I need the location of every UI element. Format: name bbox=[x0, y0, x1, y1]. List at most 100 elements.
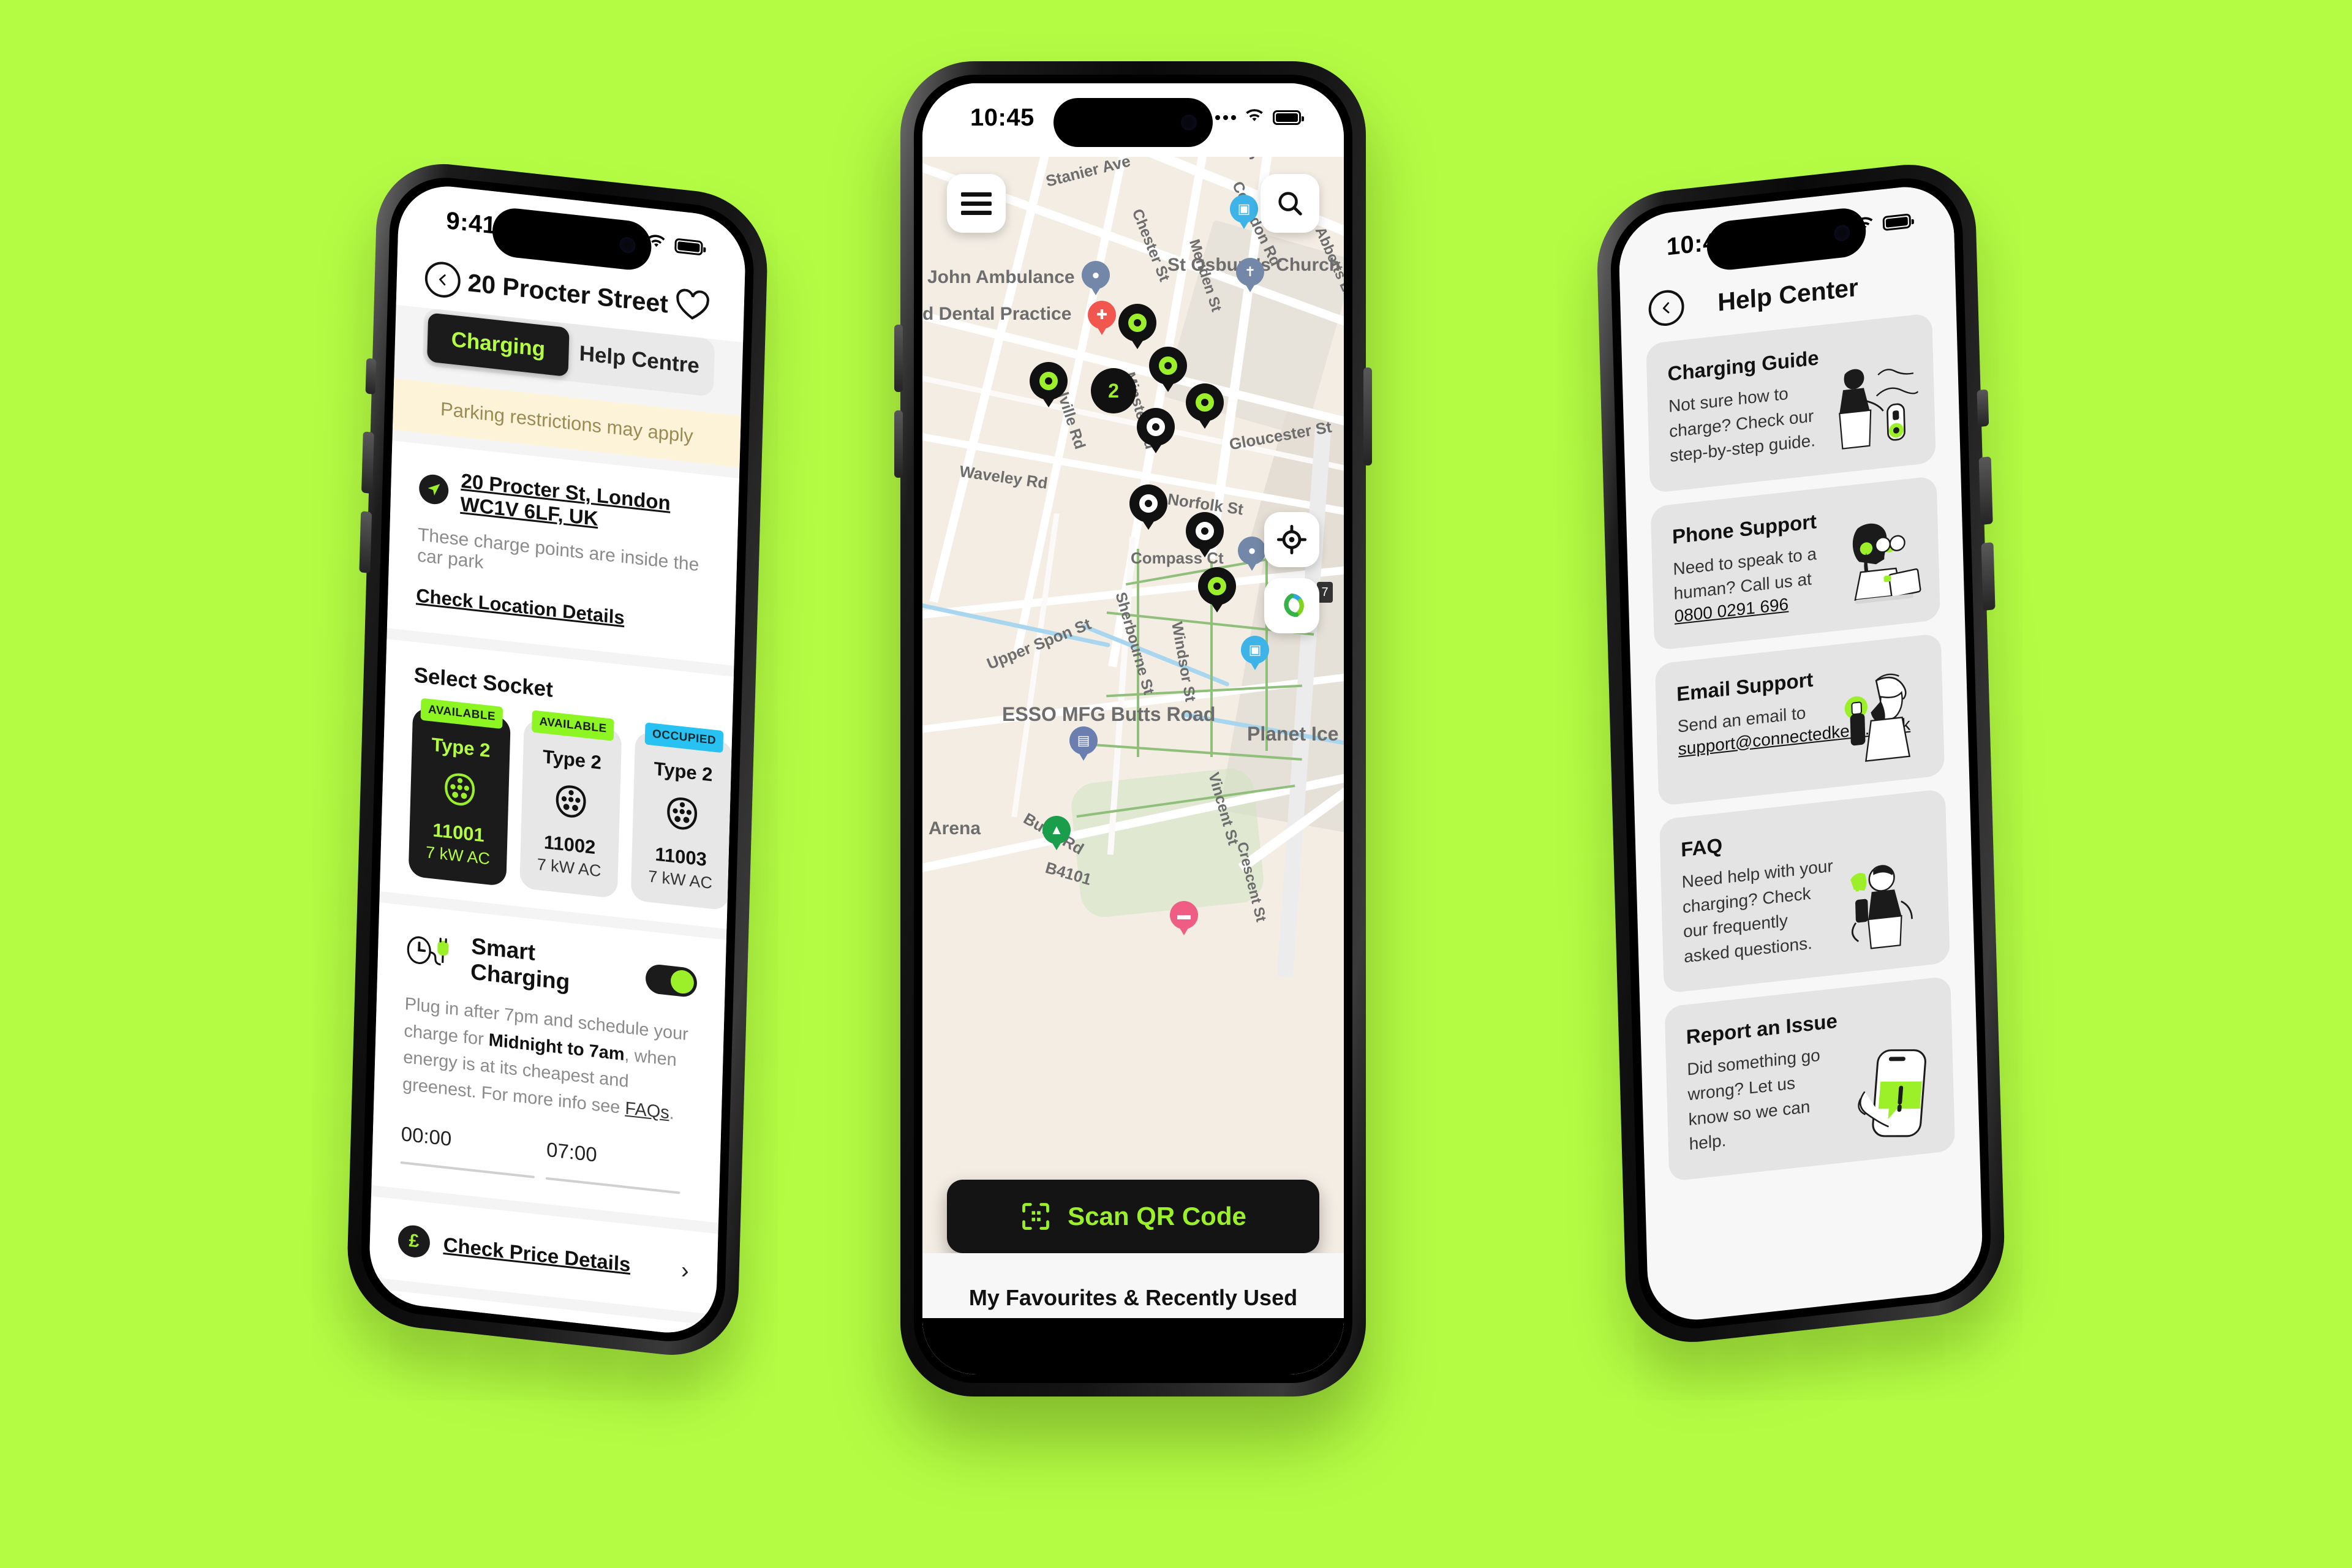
socket-card[interactable]: AVAILABLE Type 2 11001 7 kW AC bbox=[408, 698, 511, 887]
map-poi-pin[interactable]: ▣ bbox=[1241, 636, 1269, 673]
locate-me-button[interactable] bbox=[1264, 512, 1319, 567]
socket-card[interactable]: AVAILABLE Type 2 11002 7 kW AC bbox=[519, 710, 622, 899]
map-poi-pin[interactable]: ▤ bbox=[1069, 726, 1098, 763]
status-badge: OCCUPIED bbox=[644, 722, 724, 753]
volume-down-button[interactable] bbox=[359, 511, 372, 574]
person-on-phone-illustration bbox=[1822, 660, 1928, 775]
end-time-value: 07:00 bbox=[546, 1137, 598, 1166]
card-body: Need to speak to a human? Call us at bbox=[1673, 544, 1817, 604]
battery-icon bbox=[674, 238, 703, 256]
address-text: 20 Procter St, London WC1V 6LF, UK bbox=[460, 469, 671, 530]
map-layers-button[interactable] bbox=[1264, 578, 1319, 633]
power-button[interactable] bbox=[1977, 389, 1989, 428]
favourite-button[interactable] bbox=[675, 287, 710, 326]
volume-down-button[interactable] bbox=[1981, 542, 1996, 611]
phone-left-screen: 9:41 20 Procter Street Charging Help Cen… bbox=[368, 181, 747, 1338]
navigation-arrow-icon bbox=[418, 473, 449, 506]
phone-right-help-center-screen: 10:45 Help Center Charging Guide Not sur… bbox=[1595, 157, 2007, 1350]
search-icon bbox=[1278, 192, 1302, 216]
map-poi-pin[interactable]: ▬ bbox=[1170, 901, 1198, 938]
socket-type: Type 2 bbox=[654, 758, 713, 786]
back-button[interactable] bbox=[424, 260, 461, 300]
map-poi-pin[interactable]: ✚ bbox=[1088, 301, 1116, 337]
charger-pin[interactable] bbox=[1149, 347, 1187, 396]
battery-icon bbox=[1273, 110, 1304, 125]
phone-bezel: Stanier AveBritannia Tyres CoventryChest… bbox=[914, 75, 1352, 1383]
tab-charging[interactable]: Charging bbox=[427, 312, 570, 377]
search-button[interactable] bbox=[1261, 174, 1319, 233]
end-time-field[interactable]: 07:00 bbox=[545, 1137, 692, 1196]
help-card-charging-guide[interactable]: Charging Guide Not sure how to charge? C… bbox=[1646, 312, 1936, 494]
card-body: Not sure how to charge? Check our step-b… bbox=[1668, 383, 1816, 466]
map-poi-pin[interactable]: ▲ bbox=[1042, 816, 1071, 853]
smart-charging-card: Smart Charging Plug in after 7pm and sch… bbox=[371, 902, 726, 1223]
start-time-value: 00:00 bbox=[401, 1121, 452, 1150]
phone-center-map-screen: Stanier AveBritannia Tyres CoventryChest… bbox=[894, 61, 1372, 1396]
map-poi-pin[interactable]: ✝ bbox=[1236, 258, 1264, 295]
hamburger-menu-icon bbox=[961, 187, 992, 220]
pound-icon: £ bbox=[398, 1223, 431, 1259]
battery-icon bbox=[1882, 213, 1912, 231]
map-layers-icon bbox=[1284, 594, 1304, 617]
charger-pin[interactable] bbox=[1129, 484, 1167, 533]
start-time-field[interactable]: 00:00 bbox=[400, 1122, 546, 1180]
chevron-left-icon bbox=[439, 274, 446, 286]
wifi-icon bbox=[1245, 108, 1264, 127]
card-body: Need help with your charging? Check our … bbox=[1681, 856, 1834, 967]
status-badge: AVAILABLE bbox=[532, 710, 615, 741]
status-badge: AVAILABLE bbox=[420, 698, 503, 729]
map-poi-pin[interactable]: ● bbox=[1238, 537, 1266, 573]
volume-up-button[interactable] bbox=[1978, 456, 1993, 526]
map-label: ESSO MFG Butts Road bbox=[1002, 703, 1216, 725]
volume-buttons[interactable] bbox=[365, 358, 377, 395]
charger-pin[interactable] bbox=[1118, 304, 1156, 353]
map-poi-pin[interactable]: ● bbox=[1082, 261, 1110, 298]
field-underline bbox=[545, 1177, 680, 1194]
socket-card[interactable]: OCCUPIED Type 2 11003 7 kW AC bbox=[630, 722, 733, 911]
check-price-details-label: Check Price Details bbox=[443, 1232, 631, 1276]
charger-pin[interactable] bbox=[1137, 408, 1175, 457]
socket-type: Type 2 bbox=[431, 733, 491, 762]
volume-up-button[interactable] bbox=[894, 325, 903, 392]
chevron-right-icon: › bbox=[680, 1257, 690, 1284]
check-location-details-link[interactable]: Check Location Details bbox=[416, 584, 625, 629]
charger-pin[interactable] bbox=[1186, 512, 1224, 561]
phone-left-charging-screen: 9:41 20 Procter Street Charging Help Cen… bbox=[345, 156, 769, 1363]
select-socket-card: Select Socket AVAILABLE Type 2 11001 7 k… bbox=[379, 639, 734, 929]
power-button[interactable] bbox=[1363, 368, 1372, 466]
svg-text:?: ? bbox=[1850, 870, 1865, 897]
charger-pin[interactable] bbox=[1198, 567, 1236, 616]
smart-charging-title: Smart Charging bbox=[470, 933, 570, 995]
help-card-email-support[interactable]: Email Support Send an email to support@c… bbox=[1654, 633, 1945, 807]
volume-up-button[interactable] bbox=[361, 431, 374, 494]
phone-bezel: 9:41 20 Procter Street Charging Help Cen… bbox=[359, 172, 756, 1348]
smart-charging-toggle[interactable] bbox=[645, 963, 698, 998]
desc-suffix: . bbox=[669, 1102, 675, 1123]
faqs-link[interactable]: FAQs bbox=[625, 1098, 669, 1123]
status-icons bbox=[1207, 104, 1304, 127]
chevron-left-icon bbox=[1662, 302, 1670, 314]
charger-cluster-marker[interactable]: 2 bbox=[1091, 368, 1136, 413]
tab-help-centre[interactable]: Help Centre bbox=[568, 328, 710, 392]
charger-pin[interactable] bbox=[1030, 362, 1068, 411]
help-card-faq[interactable]: FAQ Need help with your charging? Check … bbox=[1659, 788, 1950, 994]
status-time: 9:41 bbox=[445, 207, 497, 239]
charger-pin[interactable] bbox=[1186, 383, 1224, 432]
back-button[interactable] bbox=[1648, 288, 1685, 328]
map-poi-pin[interactable]: ▣ bbox=[1230, 195, 1258, 232]
help-card-phone-support[interactable]: Phone Support Need to speak to a human? … bbox=[1650, 475, 1940, 651]
crosshair-locate-icon bbox=[1276, 524, 1307, 555]
dynamic-island bbox=[1054, 98, 1213, 147]
price-row[interactable]: £ Check Price Details › bbox=[398, 1223, 690, 1287]
field-underline bbox=[400, 1161, 535, 1178]
location-card: 20 Procter St, London WC1V 6LF, UK These… bbox=[386, 440, 739, 666]
scan-qr-code-label: Scan QR Code bbox=[1068, 1202, 1246, 1231]
help-card-report-an-issue[interactable]: Report an Issue Did something go wrong? … bbox=[1664, 976, 1956, 1182]
menu-button[interactable] bbox=[947, 174, 1006, 233]
map-label: John Ambulance bbox=[927, 267, 1075, 287]
scan-qr-code-button[interactable]: Scan QR Code bbox=[947, 1180, 1319, 1253]
volume-down-button[interactable] bbox=[894, 410, 903, 478]
map-label: Planet Ice Coventry bbox=[1247, 723, 1344, 745]
home-indicator[interactable] bbox=[1044, 1346, 1222, 1354]
socket-type: Type 2 bbox=[542, 745, 602, 774]
